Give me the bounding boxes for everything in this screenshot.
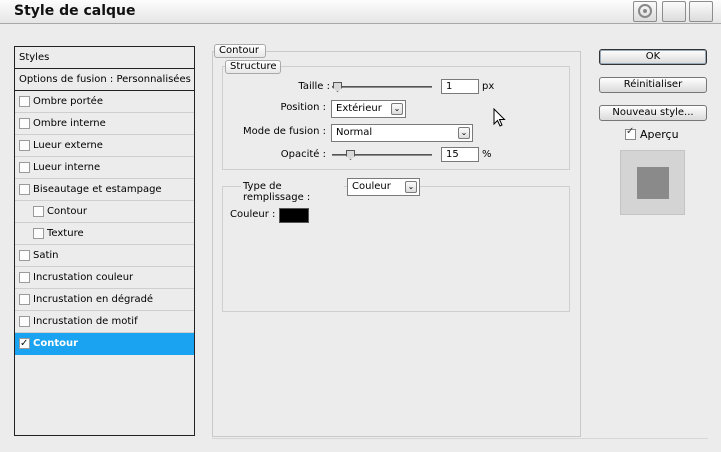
mouse-cursor-icon (493, 108, 506, 127)
size-slider-track (332, 86, 432, 88)
style-item-label: Incrustation de motif (33, 316, 138, 327)
style-item-label: Satin (33, 250, 59, 261)
preview-thumbnail (620, 150, 685, 215)
style-item[interactable]: Incrustation de motif (15, 311, 194, 333)
size-unit: px (482, 81, 495, 92)
style-item[interactable]: Incrustation couleur (15, 267, 194, 289)
style-item-checkbox[interactable] (19, 294, 30, 305)
style-item[interactable]: Ombre portée (15, 91, 194, 113)
style-item-label: Contour (47, 206, 87, 217)
color-swatch[interactable] (279, 208, 309, 223)
ok-button[interactable]: OK (599, 49, 707, 65)
style-item-checkbox[interactable] (33, 228, 44, 239)
fill-type-select[interactable]: Couleur ⌄ (347, 178, 420, 196)
blend-options-item[interactable]: Options de fusion : Personnalisées (15, 69, 194, 91)
fill-type-value: Couleur (352, 181, 391, 192)
gear-button[interactable] (633, 1, 657, 22)
styles-header[interactable]: Styles (15, 47, 194, 69)
style-item-checkbox[interactable] (19, 250, 30, 261)
preview-shape (637, 167, 669, 199)
preview-checkbox[interactable] (625, 126, 636, 140)
minimize-button[interactable] (662, 1, 686, 22)
size-label: Taille : (298, 81, 330, 92)
size-slider-thumb[interactable] (333, 82, 342, 92)
opacity-input[interactable]: 15 (441, 147, 479, 162)
opacity-label: Opacité : (280, 149, 326, 160)
position-select[interactable]: Extérieur ⌄ (331, 100, 406, 118)
style-item-label: Lueur interne (33, 162, 101, 173)
title-bar: Style de calque (0, 0, 721, 24)
style-item[interactable]: Biseautage et estampage (15, 179, 194, 201)
style-item[interactable]: Texture (15, 223, 194, 245)
style-item-checkbox[interactable] (19, 316, 30, 327)
opacity-slider-thumb[interactable] (346, 150, 355, 160)
new-style-button[interactable]: Nouveau style... (599, 105, 707, 121)
style-item[interactable]: Contour (15, 333, 194, 355)
style-item-checkbox[interactable] (19, 272, 30, 283)
chevron-down-icon: ⌄ (405, 181, 417, 193)
position-value: Extérieur (336, 103, 382, 114)
blend-mode-label: Mode de fusion : (243, 126, 326, 137)
gear-icon (638, 4, 652, 18)
bottom-divider (212, 438, 708, 446)
style-item-checkbox[interactable] (19, 184, 30, 195)
style-item-label: Incrustation couleur (33, 272, 134, 283)
style-item-checkbox[interactable] (19, 333, 30, 354)
blend-options-label: Options de fusion : Personnalisées (19, 74, 191, 85)
reset-button[interactable]: Réinitialiser (599, 77, 707, 93)
opacity-unit: % (482, 149, 492, 160)
chevron-down-icon: ⌄ (391, 103, 403, 115)
size-input[interactable]: 1 (441, 79, 479, 94)
style-item-label: Contour (33, 338, 79, 349)
style-item-label: Incrustation en dégradé (33, 294, 154, 305)
opacity-slider[interactable] (332, 150, 432, 160)
style-item[interactable]: Satin (15, 245, 194, 267)
dialog-title: Style de calque (14, 3, 136, 19)
style-item[interactable]: Incrustation en dégradé (15, 289, 194, 311)
style-item-checkbox[interactable] (33, 206, 44, 217)
style-item-label: Ombre portée (33, 96, 103, 107)
blend-mode-select[interactable]: Normal ⌄ (331, 124, 473, 142)
structure-title: Structure (225, 60, 281, 74)
style-item-checkbox[interactable] (19, 140, 30, 151)
chevron-down-icon: ⌄ (458, 127, 470, 139)
size-slider[interactable] (332, 82, 432, 92)
fill-group (222, 186, 570, 312)
fill-type-label: Type de remplissage : (241, 181, 344, 203)
contour-section-title: Contour (214, 44, 266, 58)
style-item[interactable]: Ombre interne (15, 113, 194, 135)
close-button[interactable] (689, 1, 713, 22)
preview-label: Aperçu (640, 128, 679, 141)
style-item-checkbox[interactable] (19, 162, 30, 173)
style-item-label: Lueur externe (33, 140, 103, 151)
style-item-checkbox[interactable] (19, 96, 30, 107)
style-item[interactable]: Lueur interne (15, 157, 194, 179)
style-item-label: Ombre interne (33, 118, 106, 129)
layer-style-dialog: Style de calque Styles Options de fusion… (0, 0, 721, 452)
styles-header-label: Styles (19, 52, 50, 63)
style-item-label: Biseautage et estampage (33, 184, 162, 195)
blend-mode-value: Normal (336, 127, 373, 138)
style-item-checkbox[interactable] (19, 118, 30, 129)
style-item[interactable]: Lueur externe (15, 135, 194, 157)
color-label: Couleur : (230, 209, 276, 220)
style-item-label: Texture (47, 228, 84, 239)
position-label: Position : (280, 102, 326, 113)
styles-list: Styles Options de fusion : Personnalisée… (14, 46, 195, 436)
style-item[interactable]: Contour (15, 201, 194, 223)
